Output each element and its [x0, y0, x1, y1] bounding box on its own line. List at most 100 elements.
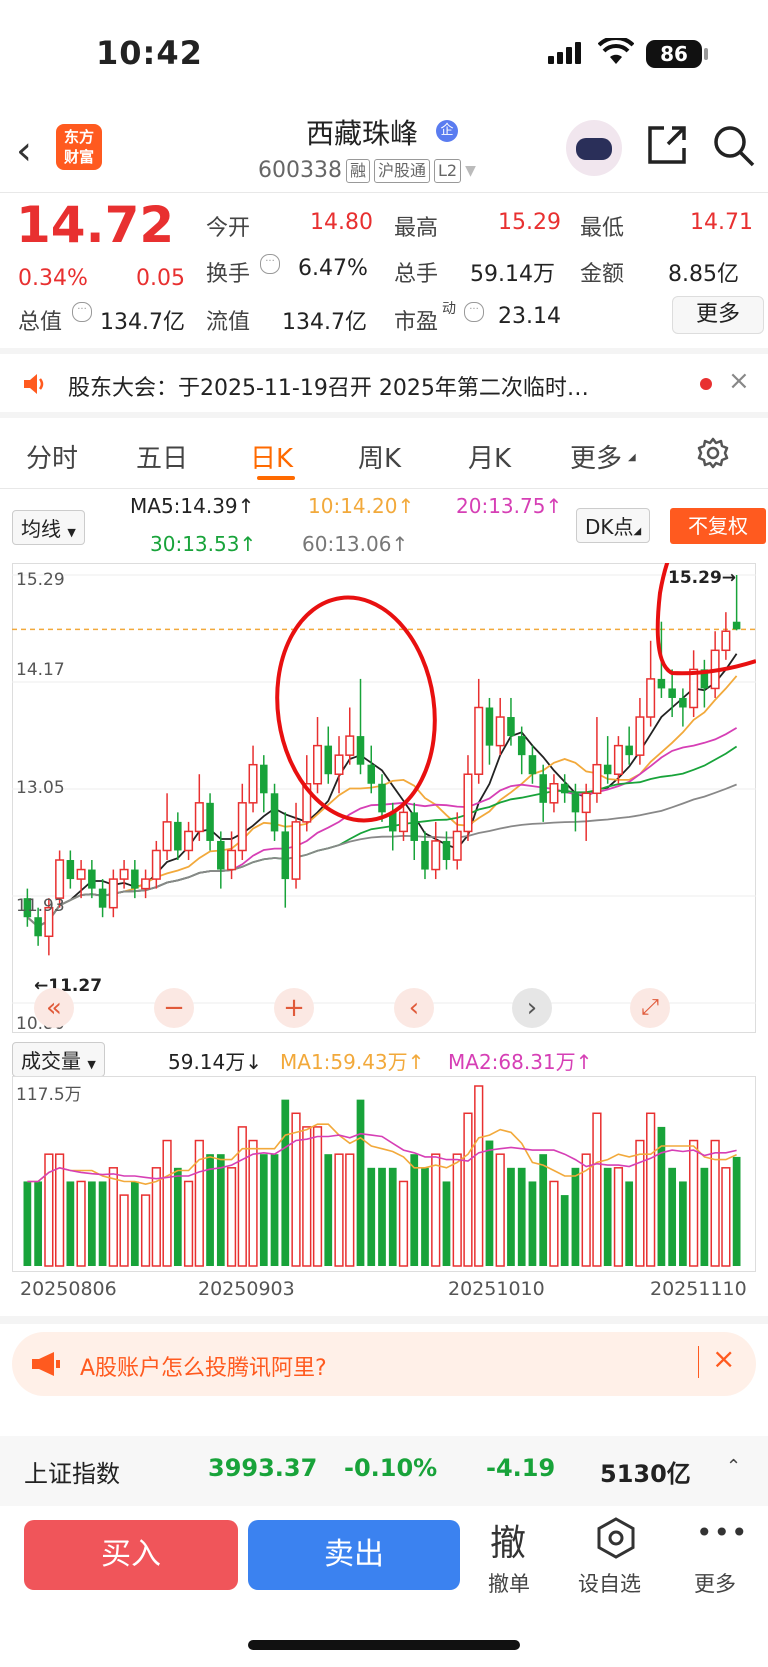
candle-body [334, 754, 344, 775]
sell-button[interactable]: 卖出 [248, 1520, 460, 1590]
volume-bar [291, 1112, 301, 1267]
candle-body [668, 688, 676, 698]
candle-body [528, 755, 537, 775]
indicator-select[interactable]: 均线 ▼ [12, 510, 85, 545]
volume-bar [507, 1167, 515, 1266]
volume-ma2: MA2:68.31万↑ [448, 1050, 593, 1074]
info-icon[interactable]: ··· [260, 254, 280, 274]
volume-bar [560, 1195, 569, 1266]
back-icon[interactable]: ‹ [16, 128, 32, 174]
gear-icon[interactable] [696, 436, 730, 470]
volume-bar [646, 1112, 656, 1267]
candle-body [581, 792, 591, 814]
more-quote-button[interactable]: 更多 [672, 296, 764, 334]
share-icon[interactable] [646, 124, 688, 166]
candle-body [206, 802, 214, 841]
more-actions-label[interactable]: 更多 [694, 1568, 736, 1598]
buy-button[interactable]: 买入 [24, 1520, 238, 1590]
volume-value: 59.14万 [470, 262, 555, 287]
tag-stock-connect: 沪股通 [374, 158, 431, 183]
index-change: -4.19 [486, 1454, 556, 1482]
candle-body [367, 764, 376, 784]
volume-bar [592, 1112, 602, 1267]
volume-bar [571, 1167, 580, 1266]
candle-body [625, 745, 633, 756]
tag-margin: 融 [345, 158, 370, 183]
candle-body [571, 793, 580, 813]
search-icon[interactable] [712, 124, 756, 168]
more-icon[interactable]: ••• [696, 1516, 749, 1549]
chevron-up-icon[interactable]: ⌃ [726, 1456, 741, 1477]
signal-icon [548, 42, 581, 64]
volume-bar [625, 1181, 634, 1266]
y-axis-label-max: 15.29 [16, 570, 65, 590]
candle-body [345, 735, 355, 756]
divider [0, 1316, 768, 1324]
prev-icon[interactable]: ‹ [394, 988, 434, 1028]
tab-more[interactable]: 更多 [570, 438, 622, 475]
index-change-pct: -0.10% [344, 1454, 438, 1482]
high-label: 最高 [394, 216, 439, 241]
candle-body [592, 763, 602, 795]
candle-body [560, 783, 569, 794]
zoom-out-icon[interactable]: − [154, 988, 194, 1028]
volume-bar [517, 1167, 526, 1266]
candle-body [495, 716, 505, 747]
turnover-label: 换手 [206, 262, 251, 287]
volume-bar [539, 1154, 548, 1266]
volume-bar [732, 1156, 741, 1266]
candle-body [657, 678, 666, 689]
candle-body [131, 869, 139, 889]
tab-daily-k[interactable]: 日K [250, 438, 293, 475]
ad-text[interactable]: A股账户怎么投腾讯阿里? [80, 1350, 327, 1382]
high-value: 15.29 [498, 210, 561, 235]
battery-tip [704, 48, 708, 60]
status-time: 10:42 [96, 34, 203, 72]
volume-indicator-select[interactable]: 成交量 ▼ [12, 1042, 105, 1077]
candle-body [324, 745, 333, 775]
stock-name: 西藏珠峰 [306, 117, 419, 150]
scroll-left-icon[interactable]: « [34, 988, 74, 1028]
y-axis-label: 11.93 [16, 896, 65, 916]
info-icon[interactable]: ··· [464, 302, 484, 322]
speaker-icon [24, 374, 44, 394]
chevron-down-icon[interactable]: ▼ [465, 163, 476, 179]
dk-point-button[interactable]: DK点◢ [576, 508, 651, 543]
ma60-label: 60:13.06↑ [302, 532, 409, 556]
volume-bar [474, 1085, 484, 1267]
close-icon[interactable]: × [728, 366, 750, 396]
tab-intraday[interactable]: 分时 [26, 438, 78, 475]
chevron-down-icon: ◢ [628, 452, 636, 463]
kline-chart[interactable] [12, 563, 756, 1033]
volume-bar [173, 1167, 182, 1266]
volume-bar [270, 1154, 279, 1266]
tab-weekly-k[interactable]: 周K [358, 438, 401, 475]
tab-five-day[interactable]: 五日 [136, 438, 188, 475]
cancel-order-label[interactable]: 撤单 [488, 1568, 530, 1598]
amount-label: 金额 [580, 262, 625, 287]
close-icon[interactable]: × [712, 1342, 735, 1375]
ai-assistant-face [576, 138, 612, 160]
volume-chart[interactable] [12, 1076, 756, 1272]
y-axis-label: 13.05 [16, 778, 65, 798]
y-axis-label: 14.17 [16, 660, 65, 680]
tab-monthly-k[interactable]: 月K [468, 438, 511, 475]
ma5-label: MA5:14.39↑ [130, 494, 255, 518]
adjust-mode-button[interactable]: 不复权 [670, 508, 766, 544]
enterprise-badge: 企 [436, 120, 458, 142]
add-watchlist-label[interactable]: 设自选 [578, 1568, 641, 1598]
x-axis-label: 20250806 [20, 1278, 117, 1300]
volume-bar [119, 1194, 129, 1267]
info-icon[interactable]: ··· [72, 302, 92, 322]
zoom-in-icon[interactable]: + [274, 988, 314, 1028]
divider [0, 192, 768, 193]
cancel-order-icon[interactable]: 撤 [490, 1514, 526, 1566]
next-icon[interactable]: › [512, 988, 552, 1028]
change-percent: 0.34% [18, 266, 88, 291]
volume-bar [356, 1099, 365, 1266]
tag-l2: L2 [434, 158, 462, 183]
notice-text[interactable]: 股东大会：于2025-11-19召开 2025年第二次临时… [68, 370, 658, 402]
divider [0, 348, 768, 354]
fullscreen-icon[interactable]: ⤢ [630, 988, 670, 1028]
add-watchlist-icon[interactable] [594, 1516, 638, 1560]
